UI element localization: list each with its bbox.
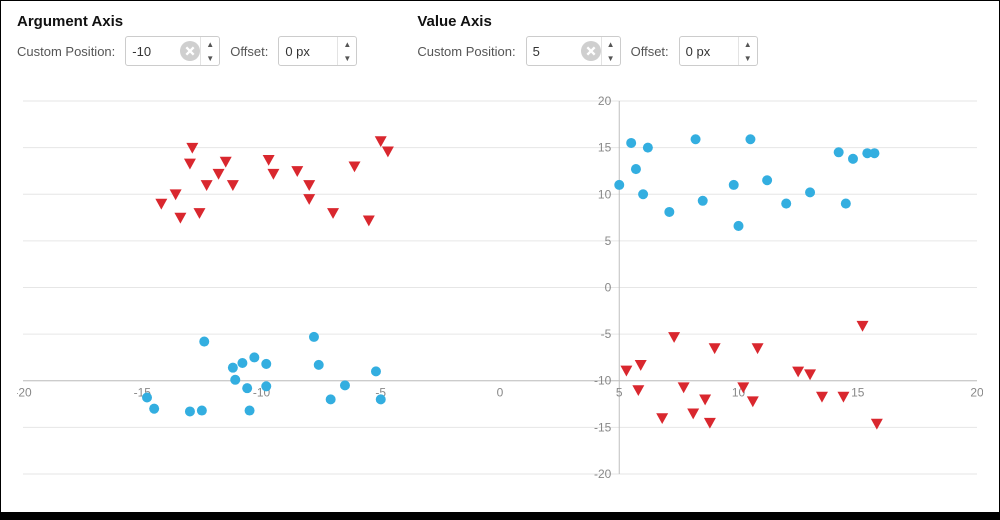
clear-icon[interactable] (581, 37, 601, 65)
clear-icon[interactable] (180, 37, 200, 65)
argument-axis-title: Argument Axis (17, 13, 357, 30)
arg-offset-input[interactable] (279, 37, 337, 65)
svg-text:5: 5 (605, 234, 612, 248)
svg-text:-10: -10 (594, 374, 612, 388)
arg-custom-position-spin[interactable]: ▲ ▼ (125, 36, 220, 66)
val-custom-position-label: Custom Position: (417, 44, 515, 59)
argument-axis-group: Argument Axis Custom Position: ▲ ▼ Offse… (17, 13, 357, 66)
svg-text:-15: -15 (594, 420, 612, 434)
svg-text:0: 0 (497, 386, 504, 400)
spin-down-icon[interactable]: ▼ (739, 51, 757, 65)
spin-up-icon[interactable]: ▲ (739, 37, 757, 51)
svg-text:-5: -5 (601, 327, 612, 341)
svg-text:-20: -20 (594, 467, 612, 481)
arg-custom-position-input[interactable] (126, 37, 180, 65)
svg-text:15: 15 (851, 386, 865, 400)
value-axis-title: Value Axis (417, 13, 757, 30)
svg-text:20: 20 (970, 386, 983, 400)
svg-text:15: 15 (598, 141, 612, 155)
spin-up-icon[interactable]: ▲ (201, 37, 219, 51)
svg-text:0: 0 (605, 280, 612, 294)
val-custom-position-spin[interactable]: ▲ ▼ (526, 36, 621, 66)
spin-down-icon[interactable]: ▼ (602, 51, 620, 65)
val-custom-position-input[interactable] (527, 37, 581, 65)
scatter-chart: -20-15-10-505101520-20-15-10-505101520 (17, 95, 983, 496)
arg-offset-spin[interactable]: ▲ ▼ (278, 36, 357, 66)
svg-text:20: 20 (598, 95, 612, 108)
spin-up-icon[interactable]: ▲ (602, 37, 620, 51)
arg-custom-position-label: Custom Position: (17, 44, 115, 59)
arg-offset-label: Offset: (230, 44, 268, 59)
svg-text:5: 5 (616, 386, 623, 400)
series-blue-circles (142, 134, 879, 416)
val-offset-input[interactable] (680, 37, 738, 65)
spin-down-icon[interactable]: ▼ (338, 51, 356, 65)
spin-down-icon[interactable]: ▼ (201, 51, 219, 65)
val-offset-label: Offset: (631, 44, 669, 59)
spin-up-icon[interactable]: ▲ (338, 37, 356, 51)
svg-text:10: 10 (598, 187, 612, 201)
svg-text:-20: -20 (17, 386, 32, 400)
val-offset-spin[interactable]: ▲ ▼ (679, 36, 758, 66)
value-axis-group: Value Axis Custom Position: ▲ ▼ Offset: (417, 13, 757, 66)
